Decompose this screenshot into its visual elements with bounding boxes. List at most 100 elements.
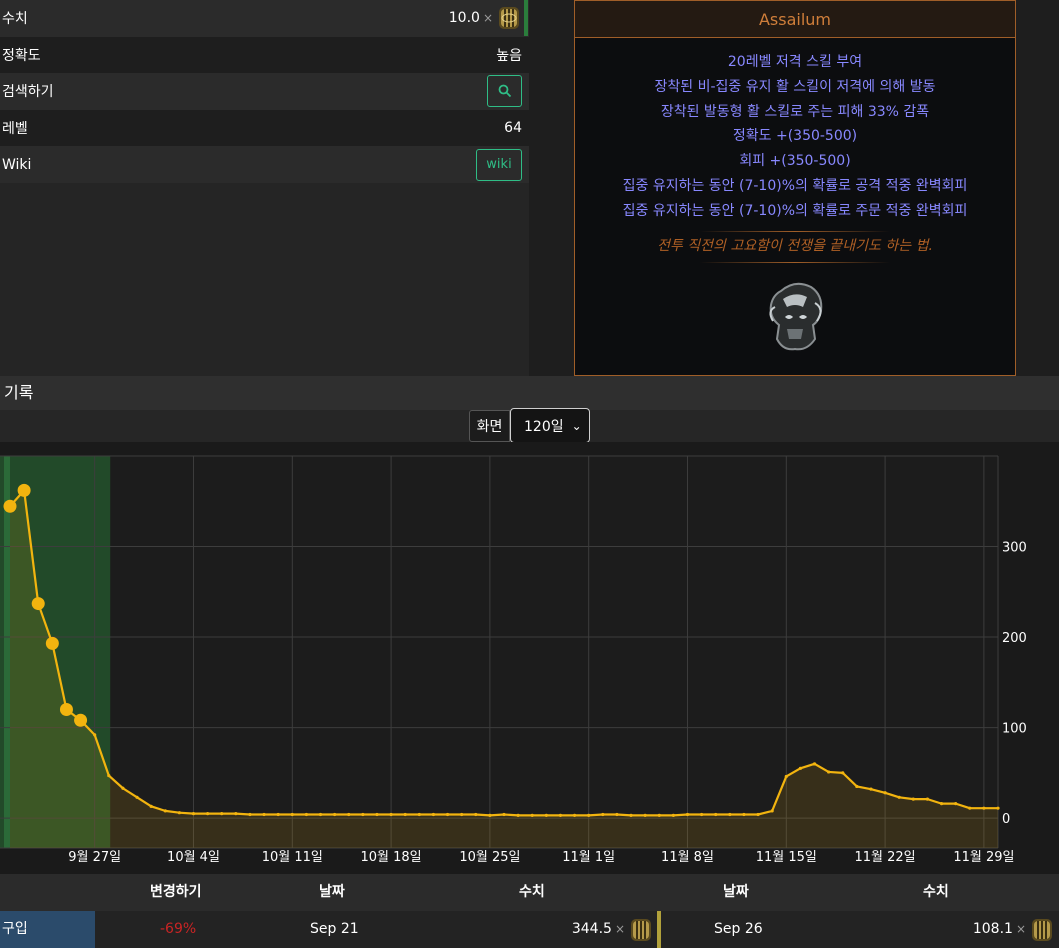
price-point — [445, 812, 450, 817]
price-point — [883, 791, 887, 795]
item-tooltip: Assailum 20레벨 저격 스킬 부여 장착된 비-집중 유지 활 스킬이… — [574, 0, 1016, 376]
price-point — [869, 787, 873, 791]
search-icon — [498, 85, 511, 98]
status-indicator — [524, 0, 528, 36]
x-tick-label: 11월 1일 — [562, 850, 615, 865]
price-point — [968, 806, 972, 810]
price-point — [488, 813, 492, 818]
price-point — [714, 812, 718, 817]
stat-row-accuracy: 정확도 높음 — [0, 36, 529, 74]
price-point — [982, 806, 986, 810]
price-point — [572, 813, 577, 818]
price-point — [17, 483, 31, 497]
price-point — [911, 797, 915, 801]
view-label: 화면 — [469, 410, 510, 442]
stat-row-level: 레벨 64 — [0, 109, 529, 147]
x-tick-label: 10월 11일 — [262, 850, 323, 865]
price-point — [304, 812, 308, 817]
item-mods: 20레벨 저격 스킬 부여 장착된 비-집중 유지 활 스킬이 저격에 의해 발… — [575, 50, 1015, 224]
price-point — [742, 812, 746, 817]
price-point — [93, 733, 97, 737]
price-point — [587, 813, 591, 818]
y-tick-label: 200 — [1002, 631, 1027, 646]
stat-label: 수치 — [2, 11, 28, 28]
price-point — [276, 812, 280, 817]
confidence-value: 높음 — [496, 47, 522, 64]
item-mod: 집중 유지하는 동안 (7-10)%의 확률로 주문 적중 완벽회피 — [622, 202, 968, 219]
stat-row-value: 수치 10.0 × — [0, 0, 529, 37]
price-point — [59, 702, 73, 716]
x-tick-label: 11월 22일 — [855, 850, 916, 865]
wiki-button[interactable]: wiki — [476, 148, 522, 181]
row-type: 구입 — [0, 911, 95, 948]
history-title: 기록 — [0, 376, 1059, 410]
view-controls: 화면 120일 ⌄ — [0, 408, 1059, 443]
multiply-sign: × — [1015, 922, 1026, 936]
level-value: 64 — [504, 120, 522, 137]
change-percent: -69% — [160, 921, 197, 937]
price-point — [177, 811, 181, 815]
price-point — [700, 812, 704, 817]
header-date: 날짜 — [723, 884, 749, 900]
price-point — [234, 811, 238, 816]
price-point — [812, 762, 817, 766]
end-date: Sep 26 — [714, 921, 763, 937]
price-point — [996, 806, 1000, 810]
price-point — [333, 812, 337, 817]
item-name-header: Assailum — [575, 1, 1015, 38]
price-point — [841, 771, 845, 775]
chevron-down-icon: ⌄ — [571, 418, 582, 433]
price-value: 10.0 — [448, 10, 480, 27]
price-point — [403, 812, 407, 817]
price-point — [954, 802, 958, 806]
divine-orb-icon — [631, 918, 651, 941]
multiply-sign: × — [482, 11, 493, 26]
price-point — [474, 812, 478, 817]
price-point — [220, 811, 224, 816]
price-point — [643, 813, 647, 818]
stat-value: 10.0 × — [449, 6, 522, 30]
item-art-icon — [769, 282, 823, 350]
x-tick-label: 9월 27일 — [68, 850, 121, 865]
end-value: 108.1 × — [940, 911, 1055, 948]
table-header: 변경하기 날짜 수치 날짜 수치 — [0, 874, 1059, 911]
price-point — [347, 812, 351, 817]
price-point — [163, 809, 167, 813]
price-point — [262, 812, 266, 817]
price-point — [855, 784, 859, 789]
price-point — [74, 713, 88, 727]
price-point — [798, 766, 803, 770]
range-select[interactable]: 120일 ⌄ — [510, 408, 590, 443]
price-point — [135, 795, 139, 799]
price-point — [417, 812, 421, 817]
item-stats-panel: 수치 10.0 × 정확도 높음 검색하기 레벨 64 Wiki wiki — [0, 0, 529, 376]
column-separator — [657, 911, 661, 948]
divine-orb-icon — [499, 7, 519, 30]
y-tick-label: 0 — [1002, 812, 1010, 827]
search-trade-button[interactable] — [487, 75, 522, 108]
price-point — [45, 636, 59, 650]
x-tick-label: 10월 4일 — [167, 850, 220, 865]
price-point — [502, 812, 506, 817]
multiply-sign: × — [614, 922, 625, 936]
price-point — [318, 812, 323, 817]
price-point — [191, 811, 196, 816]
price-point — [121, 786, 125, 790]
price-point — [544, 813, 548, 818]
value-number: 344.5 — [571, 921, 612, 937]
range-select-value: 120일 — [524, 418, 564, 435]
price-point — [290, 812, 294, 817]
item-mod: 20레벨 저격 스킬 부여 — [727, 54, 863, 70]
price-point — [671, 813, 675, 818]
x-tick-label: 11월 15일 — [756, 850, 817, 865]
price-point — [149, 804, 153, 808]
price-change-table: 변경하기 날짜 수치 날짜 수치 구입 -69% Sep 21 344.5 × … — [0, 874, 1059, 948]
price-point — [601, 812, 605, 817]
price-point — [728, 812, 732, 817]
price-point — [516, 813, 520, 818]
price-point — [530, 813, 534, 818]
chart-canvas: 0 100 200 300 9월 27일 10월 4일 10월 11일 10월 18일 10월 … — [0, 455, 1027, 865]
price-point — [3, 499, 17, 513]
item-mod: 장착된 비-집중 유지 활 스킬이 저격에 의해 발동 — [654, 78, 936, 95]
item-flavour-text: 전투 직전의 고요함이 전쟁을 끝내기도 하는 법. — [657, 237, 933, 254]
